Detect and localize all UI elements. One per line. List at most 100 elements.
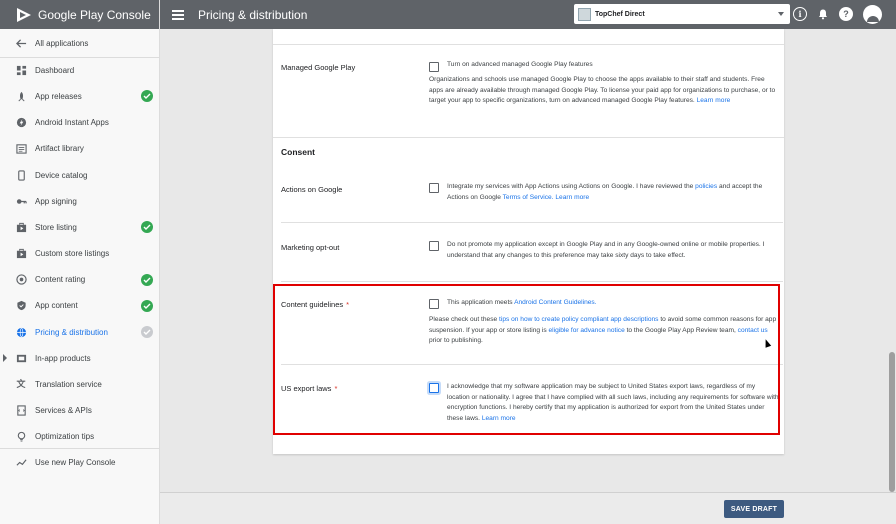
bulb-icon [15, 431, 27, 443]
help-icon[interactable]: ? [839, 7, 853, 21]
arrow-back-icon [15, 37, 27, 49]
check-icon [141, 299, 153, 312]
sidebar-item-label: App releases [35, 91, 82, 101]
settings-card: Managed Google Play Turn on advanced man… [273, 29, 784, 454]
sidebar-item-label: Device catalog [35, 170, 88, 180]
expand-caret-icon[interactable] [3, 354, 7, 363]
app-selector[interactable]: TopChef Direct [574, 4, 790, 24]
sidebar-menu: Dashboard App releases Android Instant A… [0, 57, 159, 450]
managed-play-description: Organizations and schools use managed Go… [429, 75, 779, 107]
sidebar-item-label: In-app products [35, 353, 91, 363]
us-export-learn-more-link[interactable]: Learn more [482, 415, 516, 422]
check-icon [141, 326, 153, 339]
sidebar-item-app-releases[interactable]: App releases [0, 83, 159, 109]
sidebar-item-label: Translation service [35, 380, 102, 390]
sidebar-item-label: Custom store listings [35, 249, 110, 259]
us-export-laws-text: I acknowledge that my software applicati… [447, 382, 779, 424]
sidebar-item-label: App signing [35, 196, 77, 206]
top-bar: Pricing & distribution TopChef Direct i … [160, 0, 896, 29]
sidebar-item-label: Artifact library [35, 144, 84, 154]
sidebar-item-device-catalog[interactable]: Device catalog [0, 162, 159, 188]
library-icon [15, 143, 27, 155]
sidebar-item-label: Android Instant Apps [35, 118, 109, 128]
divider [281, 222, 783, 223]
sidebar-item-optimization-tips[interactable]: Optimization tips [0, 424, 159, 450]
managed-play-learn-more-link[interactable]: Learn more [697, 97, 731, 104]
footer-bar: SAVE DRAFT [160, 492, 896, 524]
check-icon [141, 90, 153, 103]
rating-icon [15, 274, 27, 286]
sidebar-item-translation-service[interactable]: 文 Translation service [0, 371, 159, 397]
bolt-icon [15, 117, 27, 129]
sidebar-item-in-app-products[interactable]: In-app products [0, 345, 159, 371]
page-title: Pricing & distribution [198, 7, 308, 22]
app-icon [578, 7, 591, 21]
marketing-opt-out-text: Do not promote my application except in … [447, 241, 765, 259]
actions-on-google-label: Actions on Google [281, 185, 343, 194]
store-icon [15, 248, 27, 260]
sidebar-item-app-content[interactable]: App content [0, 293, 159, 319]
dashboard-icon [15, 64, 27, 76]
managed-play-checkbox[interactable] [429, 62, 439, 72]
guidelines-text-3: to the Google Play App Review team, [626, 326, 736, 334]
marketing-opt-out-checkbox[interactable] [429, 241, 439, 251]
divider [281, 364, 783, 365]
brand[interactable]: Google Play Console [0, 0, 159, 29]
save-draft-button[interactable]: SAVE DRAFT [724, 500, 784, 518]
us-export-laws-checkbox[interactable] [429, 383, 439, 393]
sidebar-item-dashboard[interactable]: Dashboard [0, 57, 159, 83]
phone-icon [15, 169, 27, 181]
advance-notice-link[interactable]: eligible for advance notice [549, 327, 625, 334]
sidebar-item-pricing-distribution[interactable]: Pricing & distribution [0, 319, 159, 345]
bell-icon[interactable] [816, 7, 830, 21]
terms-of-service-link[interactable]: Terms of Service. [503, 194, 554, 201]
actions-learn-more-link[interactable]: Learn more [555, 194, 589, 201]
divider [281, 281, 783, 282]
sidebar-item-use-new-console[interactable]: Use new Play Console [0, 449, 160, 475]
guidelines-text-1: Please check out these [429, 316, 498, 323]
sidebar-item-app-signing[interactable]: App signing [0, 188, 159, 214]
actions-on-google-checkbox[interactable] [429, 183, 439, 193]
content-guidelines-label: Content guidelines * [281, 300, 350, 309]
managed-play-label: Managed Google Play [281, 63, 356, 72]
sidebar-item-label: Use new Play Console [35, 457, 116, 467]
cart-icon [15, 352, 27, 364]
menu-icon[interactable] [172, 9, 184, 20]
sidebar-item-label: Services & APIs [35, 406, 92, 416]
chevron-down-icon [778, 12, 784, 16]
sidebar-item-label: Pricing & distribution [35, 327, 108, 337]
guidelines-text-4: prior to publishing. [429, 337, 483, 344]
shield-icon [15, 300, 27, 312]
sidebar-item-custom-store-listings[interactable]: Custom store listings [0, 241, 159, 267]
sidebar-item-content-rating[interactable]: Content rating [0, 267, 159, 293]
managed-play-checkbox-label: Turn on advanced managed Google Play fea… [447, 61, 593, 68]
avatar[interactable] [863, 5, 882, 24]
divider [273, 44, 784, 45]
sidebar-item-store-listing[interactable]: Store listing [0, 214, 159, 240]
contact-us-link[interactable]: contact us [738, 327, 768, 334]
policies-link[interactable]: policies [695, 183, 717, 190]
scrollbar[interactable] [889, 352, 895, 492]
check-icon [141, 273, 153, 286]
sidebar-item-label: Content rating [35, 275, 86, 285]
trend-icon [15, 456, 27, 468]
api-icon [15, 405, 27, 417]
app-name: TopChef Direct [595, 10, 645, 18]
sidebar-item-label: Dashboard [35, 65, 75, 75]
us-export-laws-label: US export laws * [281, 384, 338, 393]
android-content-guidelines-link[interactable]: Android Content Guidelines. [514, 299, 596, 306]
sidebar-item-artifact-library[interactable]: Artifact library [0, 136, 159, 162]
consent-section-title: Consent [281, 147, 315, 157]
actions-on-google-text: Integrate my services with App Actions u… [447, 182, 779, 203]
info-icon[interactable]: i [793, 7, 807, 21]
sidebar-item-label: App content [35, 301, 78, 311]
policy-tips-link[interactable]: tips on how to create policy compliant a… [499, 316, 658, 323]
actions-text-1: Integrate my services with App Actions u… [447, 183, 694, 190]
brand-name: Google Play Console [38, 7, 151, 22]
content-guidelines-checkbox[interactable] [429, 299, 439, 309]
sidebar-item-all-applications[interactable]: All applications [0, 30, 159, 56]
sidebar-item-services-apis[interactable]: Services & APIs [0, 398, 159, 424]
marketing-opt-out-label: Marketing opt-out [281, 243, 340, 252]
content-guidelines-text: This application meets [447, 299, 513, 306]
sidebar-item-android-instant-apps[interactable]: Android Instant Apps [0, 110, 159, 136]
